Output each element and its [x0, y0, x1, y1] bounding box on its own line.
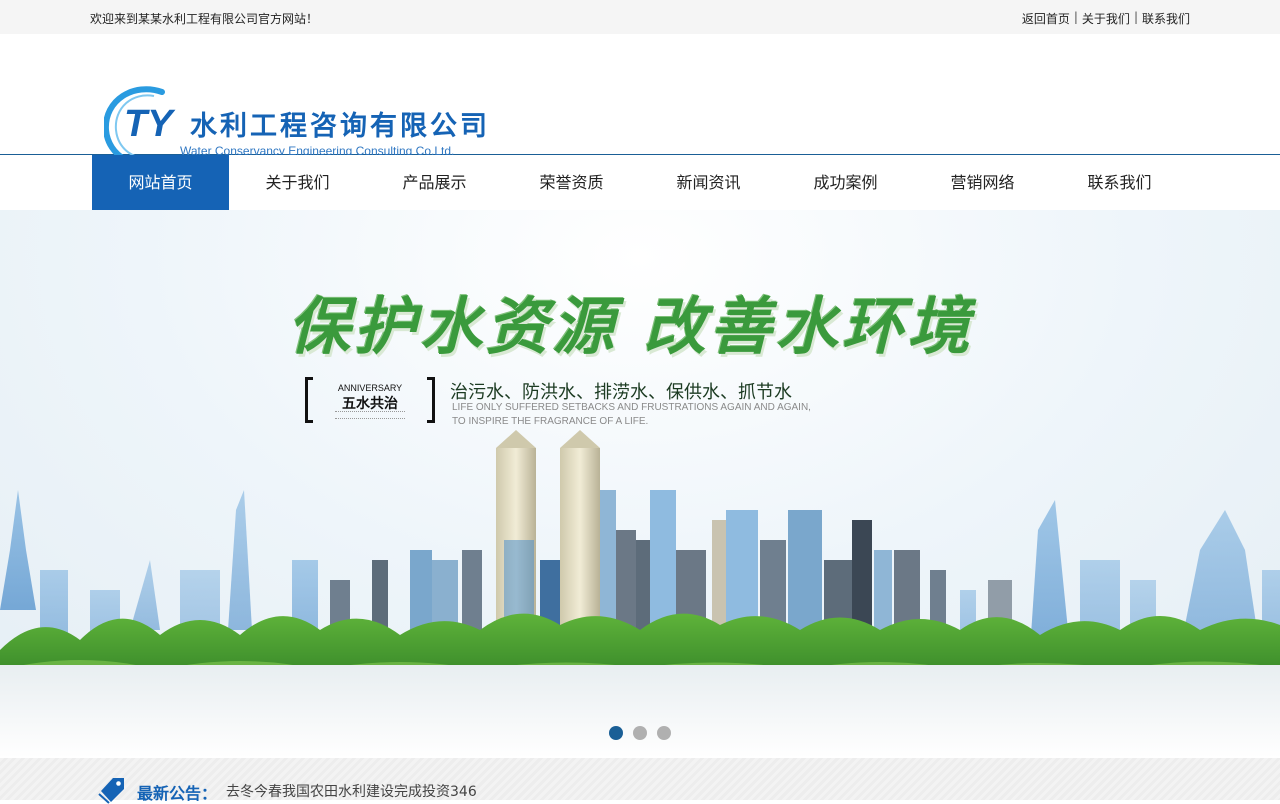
- announcement-text[interactable]: 去冬今春我国农田水利建设完成投资346: [226, 781, 477, 801]
- badge-chinese: 五水共治: [342, 396, 398, 412]
- nav-item-home[interactable]: 网站首页: [92, 155, 229, 210]
- welcome-text: 欢迎来到某某水利工程有限公司官方网站！: [90, 12, 319, 26]
- nav-item-honors[interactable]: 荣誉资质: [503, 155, 640, 210]
- banner-english-line-2: TO INSPIRE THE FRAGRANCE OF A LIFE.: [452, 416, 649, 427]
- carousel-dot-1[interactable]: [609, 726, 623, 740]
- announcement-label: 最新公告：: [137, 784, 218, 803]
- link-separator: |: [1133, 10, 1138, 24]
- badge-box: ANNIVERSARY 五水共治: [305, 377, 435, 423]
- company-name-cn: 水利工程咨询有限公司: [190, 111, 490, 142]
- top-links: 返回首页 | 关于我们 | 联系我们: [1022, 10, 1190, 27]
- site-header: TY 水利工程咨询有限公司 Water Conservancy Engineer…: [0, 34, 1280, 168]
- banner-slogan: 保护水资源 改善水环境: [288, 290, 974, 363]
- nav-item-contact[interactable]: 联系我们: [1051, 155, 1188, 210]
- nav-item-about[interactable]: 关于我们: [229, 155, 366, 210]
- carousel-dot-3[interactable]: [657, 726, 671, 740]
- nav-item-cases[interactable]: 成功案例: [777, 155, 914, 210]
- link-about[interactable]: 关于我们: [1082, 10, 1130, 27]
- link-home[interactable]: 返回首页: [1022, 10, 1070, 27]
- banner-english-line-1: LIFE ONLY SUFFERED SETBACKS AND FRUSTRAT…: [452, 402, 811, 413]
- carousel-dot-2[interactable]: [633, 726, 647, 740]
- water-reflection: [0, 665, 1280, 758]
- link-contact[interactable]: 联系我们: [1142, 10, 1190, 27]
- hero-banner[interactable]: 保护水资源 改善水环境 ANNIVERSARY 五水共治 治污水、防洪水、排涝水…: [0, 210, 1280, 758]
- banner-subline: 治污水、防洪水、排涝水、保供水、抓节水: [450, 382, 792, 403]
- carousel-dots: [609, 726, 671, 740]
- nav-item-network[interactable]: 营销网络: [914, 155, 1051, 210]
- top-bar: 欢迎来到某某水利工程有限公司官方网站！ 返回首页 | 关于我们 | 联系我们: [0, 0, 1280, 34]
- badge-english: ANNIVERSARY: [337, 383, 403, 393]
- link-separator: |: [1073, 10, 1078, 24]
- badge-fine-print: [335, 411, 405, 419]
- nav-item-news[interactable]: 新闻资讯: [640, 155, 777, 210]
- main-nav: 网站首页 关于我们 产品展示 荣誉资质 新闻资讯 成功案例 营销网络 联系我们: [0, 155, 1280, 210]
- announcement-bar: 最新公告： 去冬今春我国农田水利建设完成投资346: [0, 758, 1280, 804]
- nav-item-products[interactable]: 产品展示: [366, 155, 503, 210]
- logo-mark-text: TY: [124, 103, 176, 145]
